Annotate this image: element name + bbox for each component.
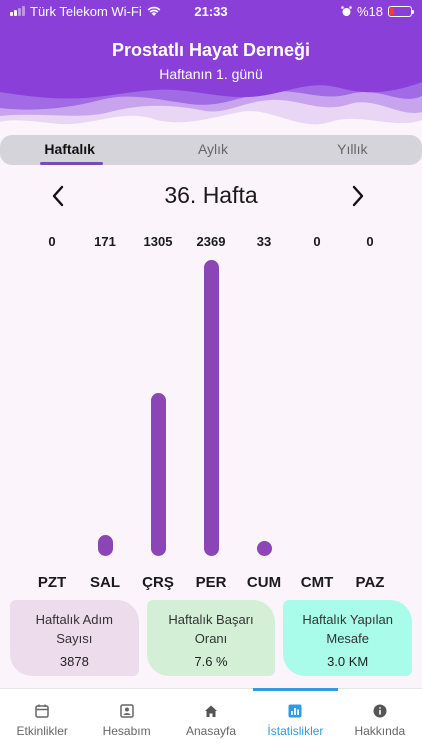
day-label: ÇRŞ (142, 574, 174, 591)
bar-value-label: 0 (366, 234, 374, 249)
tab-monthly[interactable]: Aylık (143, 135, 282, 165)
nav-label: Hakkında (354, 724, 406, 738)
day-label: CUM (246, 574, 282, 591)
weekly-steps-chart: 0 PZT 171 SAL 1305 ÇRŞ 2369 PER 33 CUM 0 CMT 0 PAZ (0, 226, 422, 596)
bar-value-label: 171 (94, 234, 116, 249)
bar-value-label: 2369 (196, 234, 226, 249)
bottom-navigation: Etkinlikler Hesabım Anasayfa İstatislikl… (0, 688, 422, 750)
stats-icon (288, 704, 302, 718)
tab-weekly[interactable]: Haftalık (0, 135, 143, 165)
day-label: CMT (300, 574, 334, 591)
stat-card-title: Haftalık Başarı Oranı (168, 612, 254, 646)
day-label: PAZ (355, 574, 385, 591)
week-navigator: 36. Hafta (0, 178, 422, 214)
nav-label: Anasayfa (185, 724, 237, 738)
tab-yearly[interactable]: Yıllık (283, 135, 422, 165)
bar-value-label: 33 (256, 234, 272, 249)
chevron-right-icon (352, 185, 364, 207)
day-label: SAL (90, 574, 120, 591)
bar-value-label: 0 (313, 234, 321, 249)
stat-card-title: Haftalık Adım Sayısı (35, 612, 113, 646)
bar-çrş (150, 392, 166, 556)
page-subtitle: Haftanın 1. günü (159, 66, 263, 82)
stat-card-value: 7.6 % (194, 654, 228, 669)
bar-sal (97, 534, 113, 556)
period-tabs: Haftalık Aylık Yıllık (0, 135, 422, 165)
nav-label: İstatislikler (267, 724, 324, 738)
stat-card-steps: Haftalık Adım Sayısı 3878 (10, 600, 139, 676)
calendar-icon (35, 704, 49, 718)
stat-card-value: 3.0 KM (327, 654, 369, 669)
stat-card-value: 3878 (59, 654, 89, 669)
nav-item-statistics[interactable]: İstatislikler (253, 688, 339, 750)
stat-card-success-rate: Haftalık Başarı Oranı 7.6 % (146, 600, 276, 676)
bar-value-label: 1305 (143, 234, 173, 249)
day-label: PZT (37, 574, 67, 591)
carrier-label: Türk Telekom Wi-Fi (30, 3, 142, 19)
day-label: PER (195, 574, 227, 591)
bar-value-label: 0 (48, 234, 56, 249)
info-icon (373, 704, 387, 718)
home-icon (205, 705, 218, 717)
nav-label: Etkinlikler (16, 724, 68, 738)
battery-level (390, 7, 394, 15)
stat-cards: Haftalık Adım Sayısı 3878 Haftalık Başar… (10, 600, 413, 676)
profile-icon (119, 704, 134, 718)
bar-per (203, 260, 219, 556)
nav-label: Hesabım (102, 724, 151, 738)
nav-item-events[interactable]: Etkinlikler (0, 689, 84, 750)
status-bar: Türk Telekom Wi-Fi 21:33 %18 (0, 0, 422, 22)
next-week-button[interactable] (344, 182, 372, 210)
signal-icon (10, 6, 25, 16)
stat-card-title: Haftalık Yapılan Mesafe (302, 612, 393, 646)
bar-cum (256, 541, 272, 556)
alarm-icon (341, 5, 352, 17)
wifi-icon (147, 6, 161, 17)
nav-item-account[interactable]: Hesabım (84, 689, 168, 750)
stat-card-distance: Haftalık Yapılan Mesafe 3.0 KM (283, 600, 413, 676)
nav-item-about[interactable]: Hakkında (338, 689, 422, 750)
battery-percent: %18 (356, 3, 383, 19)
battery-icon (388, 5, 414, 17)
page-title: Prostatlı Hayat Derneği (111, 40, 311, 60)
nav-item-home[interactable]: Anasayfa (169, 689, 253, 750)
